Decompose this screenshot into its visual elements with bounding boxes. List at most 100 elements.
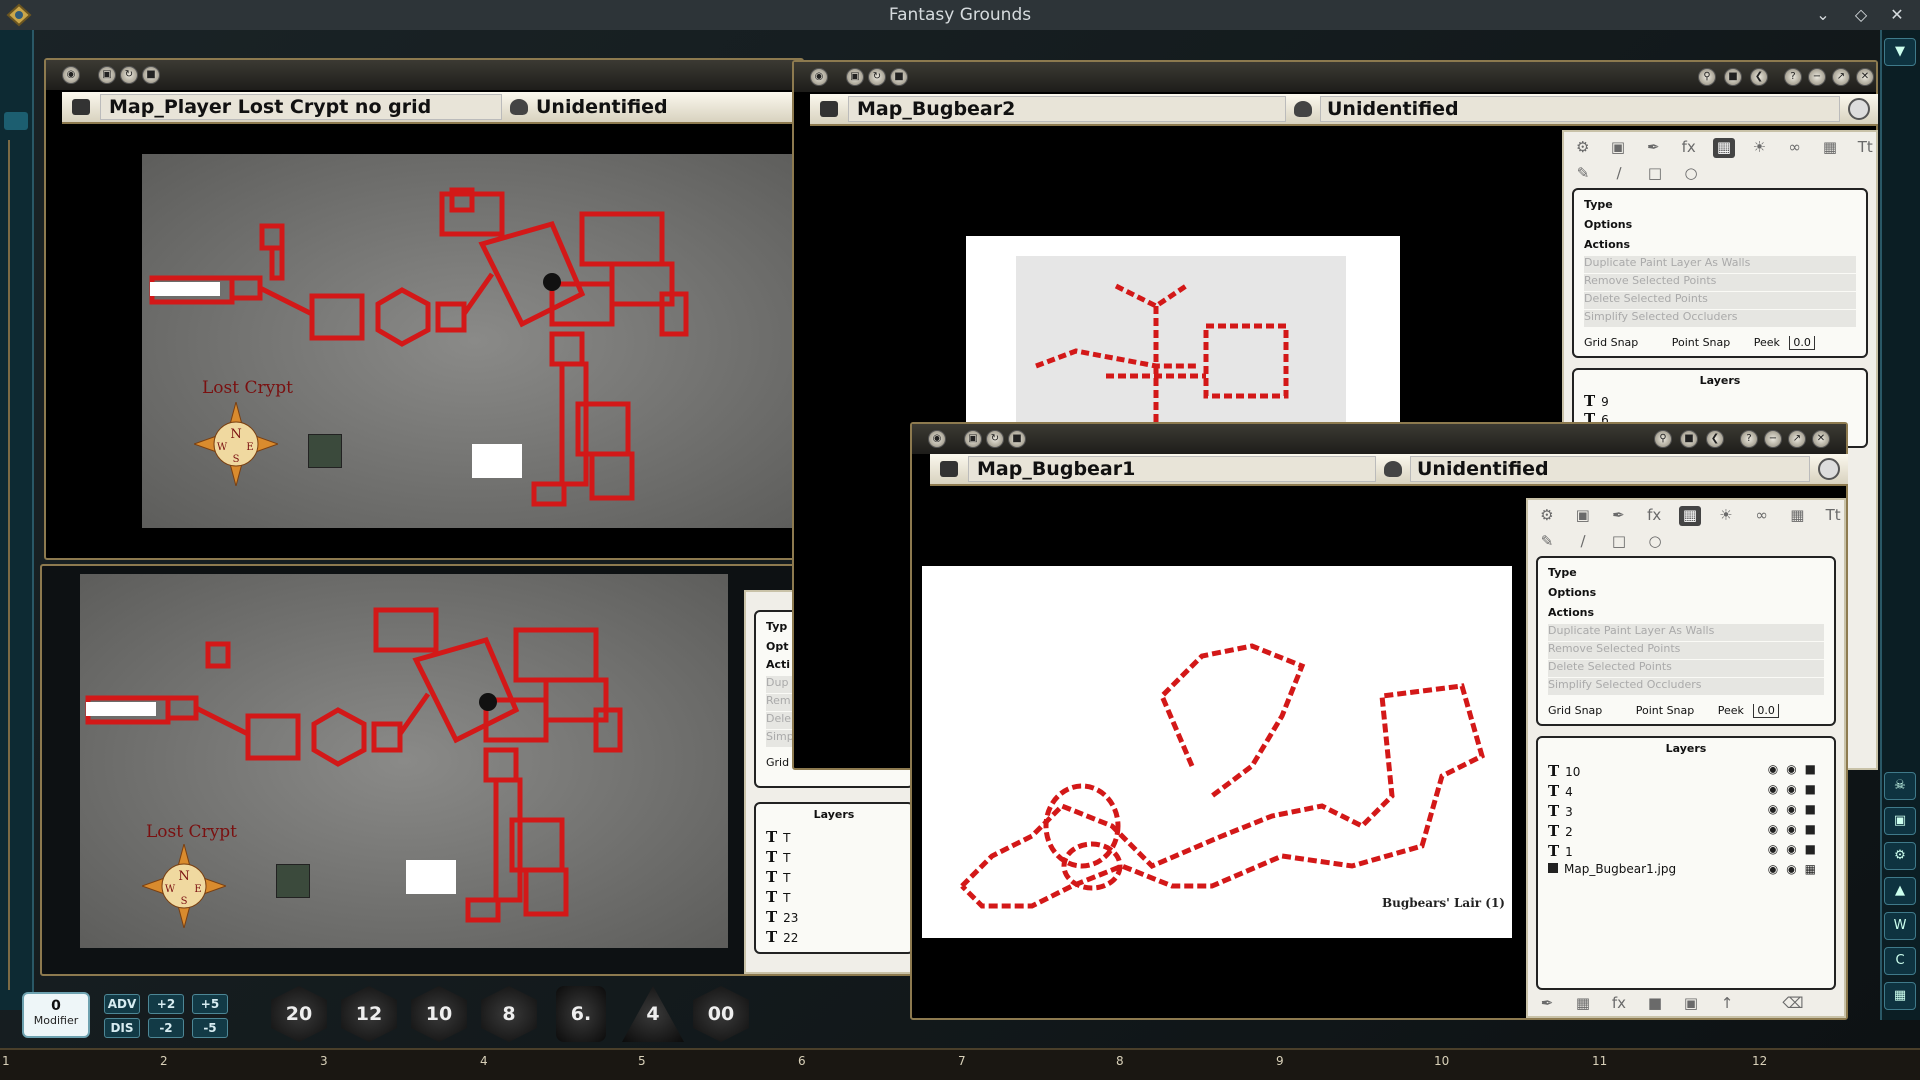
- window-share-icon[interactable]: ▣: [98, 66, 116, 84]
- right-tool-button-3[interactable]: ⚙: [1884, 842, 1916, 870]
- window-refresh-icon[interactable]: ↻: [868, 68, 886, 86]
- zoom-icon[interactable]: ⚲: [1654, 430, 1672, 448]
- right-tool-button-1[interactable]: ☠: [1884, 772, 1916, 800]
- layer-flags-icon[interactable]: ◉◉■: [1768, 782, 1824, 796]
- gear-icon[interactable]: ⚙: [1572, 138, 1593, 158]
- zoom-icon[interactable]: ⚲: [1698, 68, 1716, 86]
- layer-row[interactable]: T3◉◉■: [1548, 802, 1824, 820]
- layer-flags-icon[interactable]: ◉◉▦: [1768, 862, 1824, 876]
- identify-mask-icon[interactable]: [1384, 461, 1402, 477]
- map-window-bugbear1[interactable]: ◉ ▣ ↻ ■ ⚲ ■ ❮ ? − ↗ ✕ Map_Bugbear1 Unide…: [910, 422, 1848, 1020]
- window-lock-icon[interactable]: ■: [1008, 430, 1026, 448]
- map-window-lost-crypt[interactable]: ◉ ▣ ↻ ■ Map_Player Lost Crypt no grid Un…: [44, 58, 804, 560]
- hotkey-3[interactable]: 3: [320, 1054, 328, 1068]
- window-lock-icon[interactable]: ■: [142, 66, 160, 84]
- hotkey-2[interactable]: 2: [160, 1054, 168, 1068]
- collapse-icon[interactable]: −: [1764, 430, 1782, 448]
- layer-row[interactable]: Map_Bugbear1.jpg◉◉▦: [1548, 862, 1824, 880]
- map-image-bugbear1[interactable]: Bugbears' Lair (1): [922, 566, 1512, 938]
- remove-selected-points-button[interactable]: Remove Selected Points: [1584, 274, 1856, 291]
- right-tool-button-4[interactable]: ▲: [1884, 877, 1916, 905]
- hotkey-1[interactable]: 1: [2, 1054, 10, 1068]
- map-name-field[interactable]: Map_Bugbear2: [848, 96, 1286, 122]
- hotkey-12[interactable]: 12: [1752, 1054, 1767, 1068]
- modifier-box[interactable]: 0 Modifier: [22, 992, 90, 1038]
- window-lock-icon[interactable]: ■: [890, 68, 908, 86]
- collapse-icon[interactable]: −: [1808, 68, 1826, 86]
- point-snap-label[interactable]: Point Snap: [1672, 336, 1731, 349]
- d10-die-icon[interactable]: 10: [408, 986, 470, 1042]
- simplify-occluders-button[interactable]: Simplify Selected Occluders: [1584, 310, 1856, 327]
- hidden-layer-row[interactable]: T23: [766, 908, 902, 926]
- d8-die-icon[interactable]: 8: [478, 986, 540, 1042]
- layer-flags-icon[interactable]: ◉◉■: [1768, 802, 1824, 816]
- layer-flags-icon[interactable]: ◉◉■: [1768, 822, 1824, 836]
- eye-toggle-icon[interactable]: [4, 112, 28, 130]
- hidden-layer-row[interactable]: TT: [766, 868, 902, 886]
- options-toggle-icon[interactable]: [1848, 98, 1870, 120]
- fx-icon[interactable]: fx: [1678, 138, 1699, 158]
- grid-snap-label[interactable]: Grid Snap: [1584, 336, 1638, 349]
- identification-status[interactable]: Unidentified: [536, 96, 806, 118]
- duplicate-paint-layer-button[interactable]: Duplicate Paint Layer As Walls: [1548, 624, 1824, 641]
- brush-icon[interactable]: ✒: [1643, 138, 1664, 158]
- peek-value[interactable]: 0.0: [1789, 336, 1815, 350]
- plus-two-button[interactable]: +2: [148, 994, 184, 1014]
- minus-two-button[interactable]: -2: [148, 1018, 184, 1038]
- peek-value[interactable]: 0.0: [1753, 704, 1779, 718]
- d100-die-icon[interactable]: 00: [690, 986, 752, 1042]
- pencil-icon[interactable]: ✎: [1536, 532, 1558, 552]
- delete-selected-points-button[interactable]: Delete Selected Points: [1548, 660, 1824, 677]
- record-lock-icon[interactable]: [820, 101, 838, 117]
- d12-die-icon[interactable]: 12: [338, 986, 400, 1042]
- layer-row[interactable]: T10◉◉■: [1548, 762, 1824, 780]
- rectangle-icon[interactable]: □: [1644, 164, 1666, 184]
- rectangle-icon[interactable]: □: [1608, 532, 1630, 552]
- hotkey-5[interactable]: 5: [638, 1054, 646, 1068]
- window-menu-icon[interactable]: ◉: [928, 430, 946, 448]
- map-image-lost-crypt-gm[interactable]: Lost Crypt N W E S: [80, 574, 728, 948]
- layer-copy-icon[interactable]: ▣: [1572, 506, 1594, 526]
- layer-row[interactable]: T9: [1584, 392, 1856, 410]
- record-lock-icon[interactable]: [940, 461, 958, 477]
- link-icon[interactable]: ∞: [1784, 138, 1805, 158]
- grid-snap-label[interactable]: Grid Snap: [1548, 704, 1602, 717]
- d6-die-icon[interactable]: 6.: [556, 986, 606, 1042]
- circle-icon[interactable]: ○: [1680, 164, 1702, 184]
- identification-status[interactable]: Unidentified: [1410, 456, 1810, 482]
- occluder-icon[interactable]: ▦: [1679, 506, 1701, 526]
- d4-die-icon[interactable]: 4: [622, 986, 684, 1042]
- simplify-occluders-button[interactable]: Simplify Selected Occluders: [1548, 678, 1824, 695]
- right-tool-button-2[interactable]: ▣: [1884, 807, 1916, 835]
- layer-row[interactable]: T4◉◉■: [1548, 782, 1824, 800]
- hotkey-6[interactable]: 6: [798, 1054, 806, 1068]
- hotkey-11[interactable]: 11: [1592, 1054, 1607, 1068]
- dis-button[interactable]: DIS: [104, 1018, 140, 1038]
- d20-die-icon[interactable]: 20: [268, 986, 330, 1042]
- map-name-field[interactable]: Map_Bugbear1: [968, 456, 1376, 482]
- link-icon[interactable]: ∞: [1751, 506, 1773, 526]
- lock-icon[interactable]: ■: [1680, 430, 1698, 448]
- line-icon[interactable]: ∕: [1608, 164, 1630, 184]
- hotkey-8[interactable]: 8: [1116, 1054, 1124, 1068]
- window-share-icon[interactable]: ▣: [964, 430, 982, 448]
- share-icon[interactable]: ❮: [1706, 430, 1724, 448]
- hidden-layer-row[interactable]: TT: [766, 828, 902, 846]
- light-icon[interactable]: ☀: [1715, 506, 1737, 526]
- window-share-icon[interactable]: ▣: [846, 68, 864, 86]
- window-close-icon[interactable]: ✕: [1856, 68, 1874, 86]
- hidden-layer-row[interactable]: TT: [766, 888, 902, 906]
- brush-icon[interactable]: ✒: [1608, 506, 1630, 526]
- adv-button[interactable]: ADV: [104, 994, 140, 1014]
- window-menu-icon[interactable]: ◉: [810, 68, 828, 86]
- lock-icon[interactable]: ■: [1724, 68, 1742, 86]
- layer-copy-icon[interactable]: ▣: [1607, 138, 1628, 158]
- window-close-icon[interactable]: ✕: [1812, 430, 1830, 448]
- map-image-bugbear2[interactable]: [966, 236, 1400, 422]
- right-menu-button[interactable]: ▼: [1884, 38, 1916, 66]
- help-icon[interactable]: ?: [1740, 430, 1758, 448]
- gear-icon[interactable]: ⚙: [1536, 506, 1558, 526]
- point-snap-label[interactable]: Point Snap: [1636, 704, 1695, 717]
- resize-icon[interactable]: ↗: [1788, 430, 1806, 448]
- line-icon[interactable]: ∕: [1572, 532, 1594, 552]
